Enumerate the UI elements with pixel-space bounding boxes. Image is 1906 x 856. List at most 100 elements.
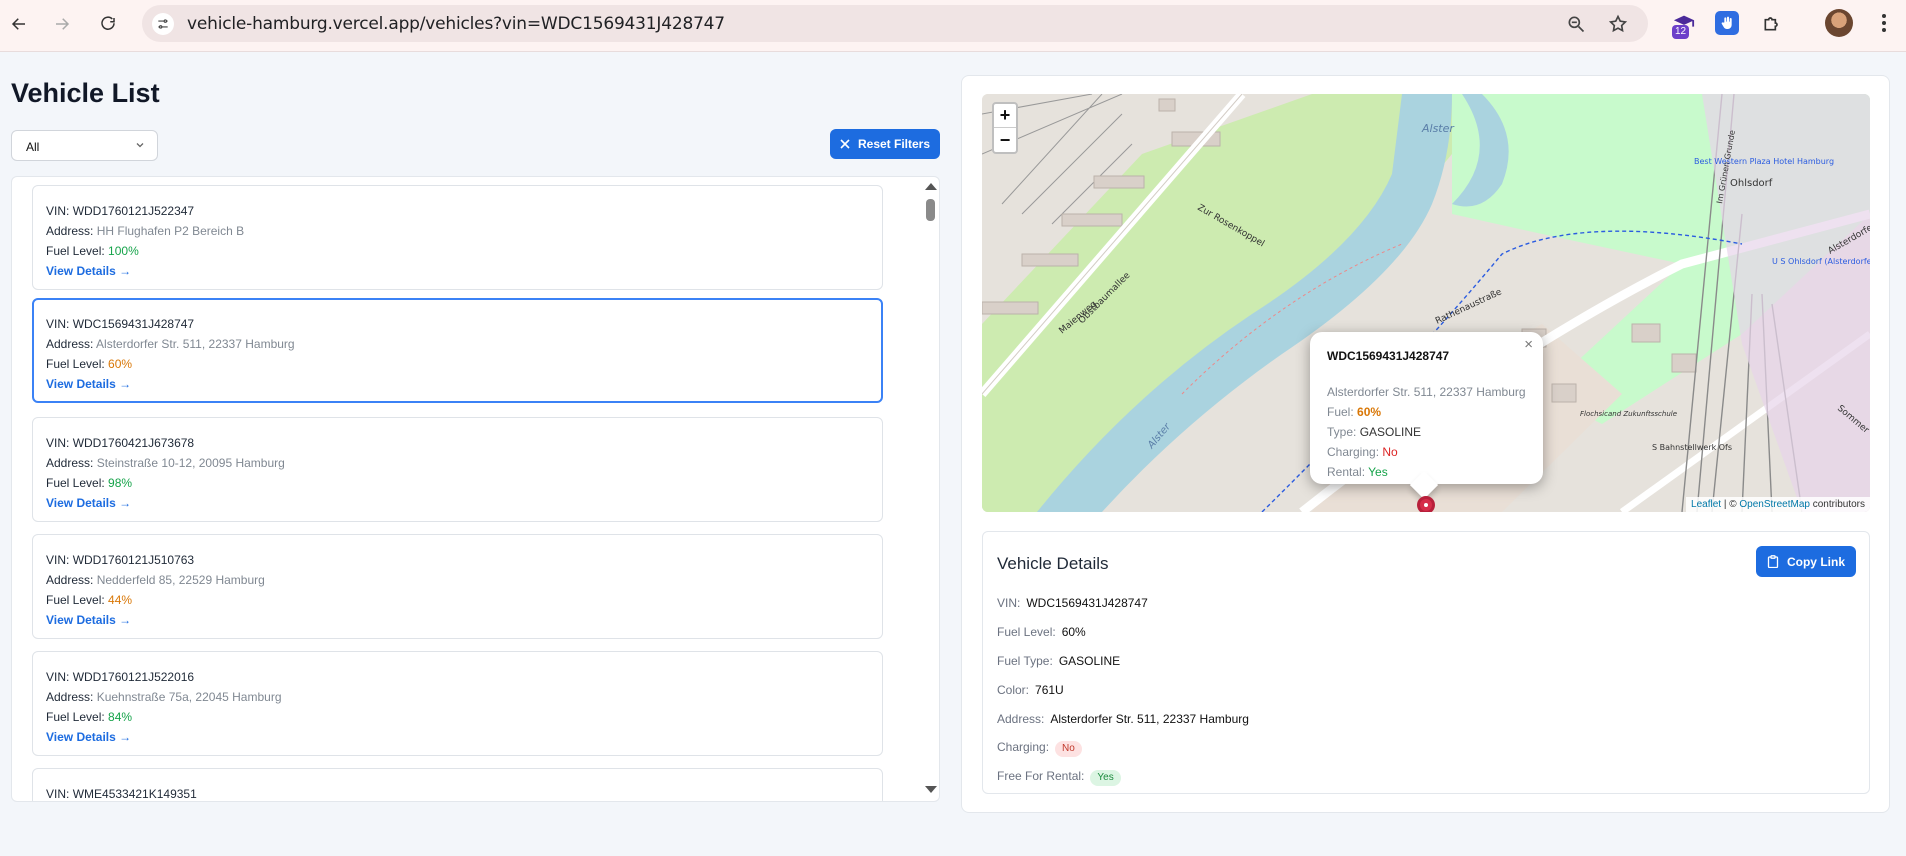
detail-row-color: Color: 761U <box>997 683 1064 697</box>
scroll-down-arrow-icon[interactable] <box>925 786 937 793</box>
vehicle-vin: WDD1760421J673678 <box>72 436 195 450</box>
extension-badge: 12 <box>1672 25 1690 39</box>
page-title: Vehicle List <box>11 78 160 108</box>
detail-label: Address: <box>997 712 1045 726</box>
vehicle-vin: WDD1760121J510763 <box>72 553 195 567</box>
map-label: Best Western Plaza Hotel Hamburg <box>1694 157 1834 166</box>
profile-avatar[interactable] <box>1825 9 1853 37</box>
browser-menu-icon[interactable] <box>1872 11 1896 35</box>
map-label: U S Ohlsdorf (Alsterdorfer Straße) <box>1772 257 1870 266</box>
detail-label: Color: <box>997 683 1030 697</box>
detail-row-rental: Free For Rental: Yes <box>997 769 1121 786</box>
popup-rental-label: Rental: <box>1327 465 1366 479</box>
detail-fuel-level: 60% <box>1061 625 1086 639</box>
vehicle-list[interactable]: VIN: WDD1760121J522347 Address: HH Flugh… <box>11 176 940 802</box>
site-info-icon[interactable] <box>152 13 174 35</box>
fuel-label: Fuel Level: <box>46 244 105 258</box>
vehicle-card[interactable]: VIN: WDD1760121J510763 Address: Nedderfe… <box>32 534 883 639</box>
vehicle-map-marker[interactable] <box>1417 496 1435 512</box>
map-zoom-control: + − <box>992 102 1018 154</box>
vehicle-card[interactable]: VIN: WDD1760421J673678 Address: Steinstr… <box>32 417 883 522</box>
copy-link-label: Copy Link <box>1786 554 1845 569</box>
leaflet-link[interactable]: Leaflet <box>1691 499 1721 510</box>
vehicle-vin: WDD1760121J522347 <box>72 204 195 218</box>
charging-status-badge: No <box>1055 741 1082 757</box>
vin-label: VIN: <box>46 204 70 218</box>
zoom-in-button[interactable]: + <box>994 104 1016 128</box>
filter-select[interactable]: All <box>11 130 158 161</box>
vin-label: VIN: <box>46 317 70 331</box>
back-icon[interactable] <box>5 10 33 38</box>
vehicle-card[interactable]: VIN: WME4533421K149351 <box>32 768 883 801</box>
scroll-up-arrow-icon[interactable] <box>925 183 937 190</box>
map-label: S Bahnstellwerk Ofs <box>1652 443 1732 452</box>
close-icon <box>840 139 850 149</box>
address-label: Address: <box>46 337 94 351</box>
address-label: Address: <box>46 224 94 238</box>
view-details-link[interactable]: View Details → <box>46 377 131 391</box>
fuel-label: Fuel Level: <box>46 593 105 607</box>
vehicle-fuel: 98% <box>108 476 133 490</box>
vehicle-card[interactable]: VIN: WDD1760121J522347 Address: HH Flugh… <box>32 185 883 290</box>
detail-row-fuel-level: Fuel Level: 60% <box>997 625 1086 639</box>
map-popup: × WDC1569431J428747 Alsterdorfer Str. 51… <box>1310 332 1543 500</box>
vehicle-fuel: 84% <box>108 710 133 724</box>
detail-color: 761U <box>1035 683 1064 697</box>
bookmark-star-icon[interactable] <box>1608 14 1628 34</box>
vehicle-card-selected[interactable]: VIN: WDC1569431J428747 Address: Alsterdo… <box>32 298 883 403</box>
vehicle-fuel: 44% <box>108 593 133 607</box>
zoom-out-button[interactable]: − <box>994 128 1016 152</box>
attribution-separator: | © <box>1721 499 1740 510</box>
vehicle-vin: WDD1760121J522016 <box>72 670 195 684</box>
view-details-link[interactable]: View Details → <box>46 730 131 744</box>
detail-label: Charging: <box>997 740 1050 754</box>
vehicle-card[interactable]: VIN: WDD1760121J522016 Address: Kuehnstr… <box>32 651 883 756</box>
detail-address: Alsterdorfer Str. 511, 22337 Hamburg <box>1050 712 1249 726</box>
vehicle-address: Alsterdorfer Str. 511, 22337 Hamburg <box>96 337 295 351</box>
list-scrollbar[interactable] <box>921 177 939 801</box>
vehicle-vin: WDC1569431J428747 <box>72 317 195 331</box>
popup-close-icon[interactable]: × <box>1524 336 1533 353</box>
vehicle-vin: WME4533421K149351 <box>72 787 197 801</box>
view-details-link[interactable]: View Details → <box>46 264 131 278</box>
hand-extension-icon[interactable] <box>1715 11 1739 35</box>
chevron-down-icon <box>136 143 144 148</box>
detail-label: Fuel Level: <box>997 625 1056 639</box>
fuel-label: Fuel Level: <box>46 357 105 371</box>
popup-charging-label: Charging: <box>1327 445 1380 459</box>
map-attribution: Leaflet | © OpenStreetMap contributors <box>1686 497 1870 512</box>
map-label: Alster <box>1421 122 1455 135</box>
detail-label: Free For Rental: <box>997 769 1085 783</box>
address-bar[interactable]: vehicle-hamburg.vercel.app/vehicles?vin=… <box>142 5 1648 42</box>
osm-link[interactable]: OpenStreetMap <box>1739 499 1810 510</box>
view-details-link[interactable]: View Details → <box>46 496 131 510</box>
detail-vin: WDC1569431J428747 <box>1026 596 1148 610</box>
copy-link-button[interactable]: Copy Link <box>1756 546 1856 577</box>
zoom-icon[interactable] <box>1566 14 1586 34</box>
extensions-puzzle-icon[interactable] <box>1760 11 1784 35</box>
scroll-thumb[interactable] <box>926 199 935 221</box>
reload-icon[interactable] <box>94 10 122 38</box>
view-details-link[interactable]: View Details → <box>46 613 131 627</box>
vin-label: VIN: <box>46 436 70 450</box>
reset-filters-button[interactable]: Reset Filters <box>830 129 940 159</box>
forward-icon[interactable] <box>48 10 76 38</box>
popup-type: GASOLINE <box>1359 425 1422 439</box>
popup-fuel-label: Fuel: <box>1327 405 1354 419</box>
detail-row-address: Address: Alsterdorfer Str. 511, 22337 Ham… <box>997 712 1249 726</box>
vin-label: VIN: <box>46 670 70 684</box>
vehicle-fuel: 100% <box>108 244 139 258</box>
address-label: Address: <box>46 690 94 704</box>
popup-charging: No <box>1382 445 1398 459</box>
detail-row-vin: VIN: WDC1569431J428747 <box>997 596 1148 610</box>
detail-row-fuel-type: Fuel Type: GASOLINE <box>997 654 1120 668</box>
vehicle-address: HH Flughafen P2 Bereich B <box>96 224 245 238</box>
vehicle-address: Nedderfeld 85, 22529 Hamburg <box>96 573 265 587</box>
detail-fuel-type: GASOLINE <box>1058 654 1121 668</box>
popup-rental: Yes <box>1368 465 1388 479</box>
reset-filters-label: Reset Filters <box>857 137 931 151</box>
map-view[interactable]: Alster Alster Ohlsdorf Obstbaumallee Mai… <box>982 94 1870 512</box>
popup-type-label: Type: <box>1327 425 1357 439</box>
fuel-label: Fuel Level: <box>46 710 105 724</box>
address-label: Address: <box>46 456 94 470</box>
